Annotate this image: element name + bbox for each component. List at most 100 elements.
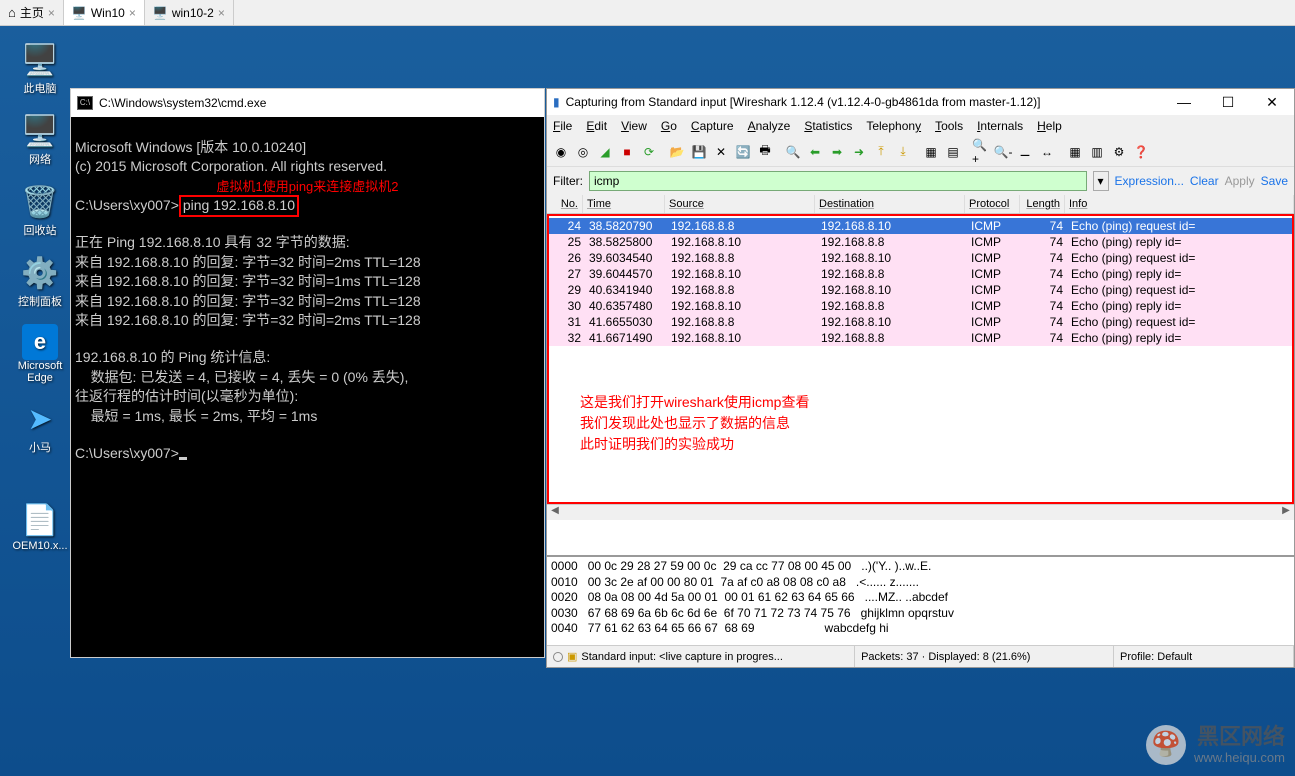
packet-row[interactable]: 2639.6034540192.168.8.8192.168.8.10ICMP7… — [549, 250, 1292, 266]
status-input[interactable]: ▣ Standard input: <live capture in progr… — [547, 646, 855, 667]
save-button[interactable]: Save — [1261, 174, 1288, 188]
tb-save-icon[interactable]: 💾 — [689, 142, 709, 162]
tb-interfaces-icon[interactable]: ◉ — [551, 142, 571, 162]
hex-line: 0040 77 61 62 63 64 65 66 67 68 69 wabcd… — [551, 621, 1290, 637]
packet-row[interactable]: 2739.6044570192.168.8.10192.168.8.8ICMP7… — [549, 266, 1292, 282]
close-icon[interactable]: × — [218, 6, 225, 20]
desktop: 🖥️此电脑 🖥️网络 🗑️回收站 ⚙️控制面板 eMicrosoft Edge … — [10, 40, 70, 552]
tb-prefs-icon[interactable]: ⚙ — [1109, 142, 1129, 162]
cmd-icon: C:\ — [77, 96, 93, 110]
tb-autoscroll-icon[interactable]: ▤ — [943, 142, 963, 162]
tb-find-icon[interactable]: 🔍 — [783, 142, 803, 162]
packet-row[interactable]: 3040.6357480192.168.8.10192.168.8.8ICMP7… — [549, 298, 1292, 314]
menu-tools[interactable]: Tools — [935, 119, 963, 133]
menu-statistics[interactable]: Statistics — [804, 119, 852, 133]
tab-home[interactable]: ⌂ 主页 × — [0, 0, 64, 25]
desktop-xiaoma[interactable]: ➤小马 — [10, 399, 70, 455]
tb-back-icon[interactable]: ⬅ — [805, 142, 825, 162]
packet-list-header[interactable]: No. Time Source Destination Protocol Len… — [547, 195, 1294, 214]
packet-row[interactable]: 2940.6341940192.168.8.8192.168.8.10ICMP7… — [549, 282, 1292, 298]
ws-titlebar[interactable]: ▮ Capturing from Standard input [Wiresha… — [547, 89, 1294, 115]
tb-resize-icon[interactable]: ↔ — [1037, 142, 1057, 162]
filter-dropdown[interactable]: ▾ — [1093, 171, 1109, 191]
maximize-button[interactable]: ☐ — [1212, 94, 1244, 111]
packet-rows-highlight: 2438.5820790192.168.8.8192.168.8.10ICMP7… — [547, 214, 1294, 504]
column-info[interactable]: Info — [1065, 195, 1294, 213]
column-protocol[interactable]: Protocol — [965, 195, 1020, 213]
column-source[interactable]: Source — [665, 195, 815, 213]
computer-icon: 🖥️ — [20, 40, 60, 80]
packet-row[interactable]: 2438.5820790192.168.8.8192.168.8.10ICMP7… — [549, 218, 1292, 234]
tab-win10[interactable]: 🖥️ Win10 × — [64, 0, 145, 25]
packet-row[interactable]: 3241.6671490192.168.8.10192.168.8.8ICMP7… — [549, 330, 1292, 346]
column-time[interactable]: Time — [583, 195, 665, 213]
cmd-line: 数据包: 已发送 = 4, 已接收 = 4, 丢失 = 0 (0% 丢失), — [75, 369, 408, 385]
scroll-right-icon[interactable]: ▶ — [1278, 505, 1294, 520]
cmd-window[interactable]: C:\ C:\Windows\system32\cmd.exe Microsof… — [70, 88, 545, 658]
desktop-this-pc[interactable]: 🖥️此电脑 — [10, 40, 70, 96]
column-destination[interactable]: Destination — [815, 195, 965, 213]
menu-view[interactable]: View — [621, 119, 647, 133]
desktop-network[interactable]: 🖥️网络 — [10, 111, 70, 167]
icon-label: 小马 — [29, 439, 51, 455]
desktop-recycle-bin[interactable]: 🗑️回收站 — [10, 182, 70, 238]
menu-go[interactable]: Go — [661, 119, 677, 133]
tb-options-icon[interactable]: ◎ — [573, 142, 593, 162]
tb-filters-icon[interactable]: ▦ — [1065, 142, 1085, 162]
tb-last-icon[interactable]: ⤓ — [893, 142, 913, 162]
packet-row[interactable]: 2538.5825800192.168.8.10192.168.8.8ICMP7… — [549, 234, 1292, 250]
minimize-button[interactable]: — — [1168, 94, 1200, 111]
tb-goto-icon[interactable]: ➜ — [849, 142, 869, 162]
close-icon[interactable]: × — [48, 6, 55, 20]
tb-restart-icon[interactable]: ⟳ — [639, 142, 659, 162]
tb-colorize-icon[interactable]: ▦ — [921, 142, 941, 162]
close-icon[interactable]: × — [129, 6, 136, 20]
packet-row[interactable]: 3141.6655030192.168.8.8192.168.8.10ICMP7… — [549, 314, 1292, 330]
tb-zoomout-icon[interactable]: 🔍- — [993, 142, 1013, 162]
file-icon: 📄 — [20, 500, 60, 540]
column-no[interactable]: No. — [547, 195, 583, 213]
tb-stop-icon[interactable]: ■ — [617, 142, 637, 162]
desktop-control-panel[interactable]: ⚙️控制面板 — [10, 253, 70, 309]
menu-internals[interactable]: Internals — [977, 119, 1023, 133]
tb-start-icon[interactable]: ◢ — [595, 142, 615, 162]
scroll-left-icon[interactable]: ◀ — [547, 505, 563, 520]
annotation-line: 此时证明我们的实验成功 — [580, 434, 809, 455]
tb-zoomin-icon[interactable]: 🔍+ — [971, 142, 991, 162]
tb-reload-icon[interactable]: 🔄 — [733, 142, 753, 162]
expression-button[interactable]: Expression... — [1115, 174, 1184, 188]
window-title: Capturing from Standard input [Wireshark… — [566, 95, 1162, 109]
tb-print-icon[interactable]: 🖶 — [755, 142, 775, 162]
tb-close-icon[interactable]: ✕ — [711, 142, 731, 162]
desktop-edge[interactable]: eMicrosoft Edge — [10, 324, 70, 384]
tb-first-icon[interactable]: ⤒ — [871, 142, 891, 162]
wireshark-window[interactable]: ▮ Capturing from Standard input [Wiresha… — [546, 88, 1295, 668]
tb-help-icon[interactable]: ❓ — [1131, 142, 1151, 162]
tab-win10-2[interactable]: 🖥️ win10-2 × — [145, 0, 234, 25]
menu-capture[interactable]: Capture — [691, 119, 734, 133]
close-button[interactable]: ✕ — [1256, 94, 1288, 111]
filter-input[interactable] — [589, 171, 1087, 191]
tb-rules-icon[interactable]: ▥ — [1087, 142, 1107, 162]
cmd-line: 来自 192.168.8.10 的回复: 字节=32 时间=2ms TTL=12… — [75, 293, 421, 309]
home-icon: ⌂ — [8, 5, 16, 20]
tb-open-icon[interactable]: 📂 — [667, 142, 687, 162]
hex-pane[interactable]: 0000 00 0c 29 28 27 59 00 0c 29 ca cc 77… — [547, 555, 1294, 645]
cmd-body[interactable]: Microsoft Windows [版本 10.0.10240] (c) 20… — [71, 117, 544, 486]
tb-forward-icon[interactable]: ➡ — [827, 142, 847, 162]
menu-telephony[interactable]: Telephony — [866, 119, 921, 133]
clear-button[interactable]: Clear — [1190, 174, 1219, 188]
horizontal-scrollbar[interactable]: ◀ ▶ — [547, 504, 1294, 520]
filter-label: Filter: — [553, 174, 583, 188]
apply-button[interactable]: Apply — [1225, 174, 1255, 188]
menu-edit[interactable]: Edit — [586, 119, 607, 133]
column-length[interactable]: Length — [1020, 195, 1065, 213]
menu-help[interactable]: Help — [1037, 119, 1062, 133]
cmd-titlebar[interactable]: C:\ C:\Windows\system32\cmd.exe — [71, 89, 544, 117]
window-title: C:\Windows\system32\cmd.exe — [99, 96, 266, 110]
tb-zoom100-icon[interactable]: ⚊ — [1015, 142, 1035, 162]
menu-file[interactable]: FFileile — [553, 119, 572, 133]
status-profile[interactable]: Profile: Default — [1114, 646, 1294, 667]
menu-analyze[interactable]: Analyze — [748, 119, 791, 133]
desktop-oem[interactable]: 📄OEM10.x... — [10, 500, 70, 552]
